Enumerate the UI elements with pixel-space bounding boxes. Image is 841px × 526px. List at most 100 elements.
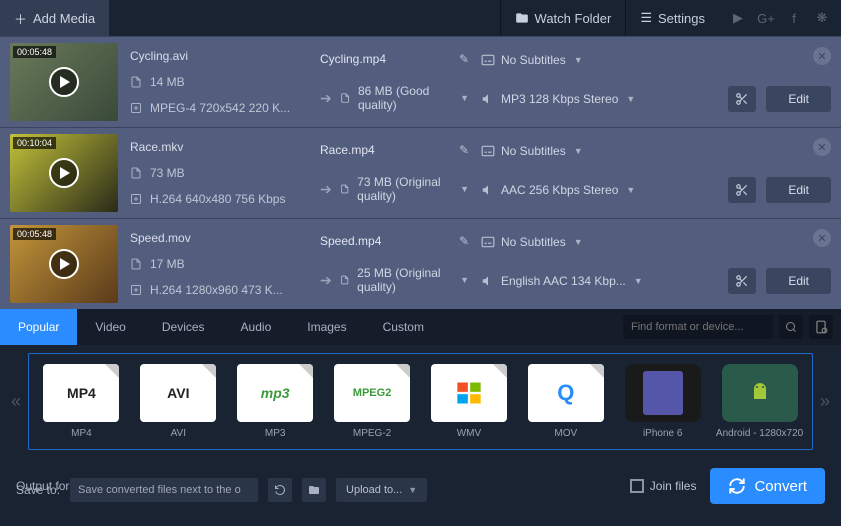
info-icon — [130, 193, 142, 205]
chevron-down-icon: ▼ — [626, 94, 635, 104]
audio-icon — [481, 92, 495, 106]
thumbnail[interactable]: 00:10:04 — [10, 134, 118, 212]
source-info: H.264 1280x960 473 K... — [150, 283, 283, 297]
history-icon — [274, 484, 286, 496]
preset-mpeg2[interactable]: MPEG2MPEG-2 — [328, 364, 417, 439]
subtitle-icon — [481, 235, 495, 249]
file-row: 00:05:48 Cycling.avi 14 MB MPEG-4 720x54… — [0, 36, 841, 127]
remove-button[interactable]: ✕ — [813, 47, 831, 65]
file-row: 00:10:04 Race.mkv 73 MB H.264 640x480 75… — [0, 127, 841, 218]
quality-dropdown[interactable]: 25 MB (Original quality)▼ — [357, 266, 469, 294]
remove-button[interactable]: ✕ — [813, 229, 831, 247]
tab-audio[interactable]: Audio — [223, 309, 290, 345]
format-search-input[interactable] — [623, 315, 773, 339]
history-button[interactable] — [268, 478, 292, 502]
help-icon[interactable]: ❋ — [809, 0, 835, 36]
edit-button[interactable]: Edit — [766, 177, 831, 203]
watch-folder-button[interactable]: Watch Folder — [500, 0, 626, 36]
googleplus-icon[interactable]: G+ — [753, 0, 779, 36]
youtube-icon[interactable]: ▶ — [725, 0, 751, 36]
watch-folder-label: Watch Folder — [535, 11, 612, 26]
tab-video[interactable]: Video — [77, 309, 143, 345]
output-filename: Race.mp4 — [320, 143, 451, 157]
quality-dropdown[interactable]: 73 MB (Original quality)▼ — [357, 175, 469, 203]
scissors-icon — [735, 183, 749, 197]
hamburger-icon: ☰ — [640, 10, 652, 26]
quality-dropdown[interactable]: 86 MB (Good quality)▼ — [358, 84, 469, 112]
detect-device-button[interactable] — [809, 315, 833, 339]
file-icon — [130, 257, 142, 271]
facebook-icon[interactable]: f — [781, 0, 807, 36]
chevron-down-icon: ▼ — [460, 275, 469, 285]
preset-mp4[interactable]: MP4MP4 — [37, 364, 126, 439]
device-detect-icon — [814, 320, 828, 334]
add-media-button[interactable]: ＋ Add Media — [0, 0, 109, 36]
carousel-next[interactable]: » — [813, 391, 837, 412]
chevron-down-icon: ▼ — [460, 184, 469, 194]
remove-button[interactable]: ✕ — [813, 138, 831, 156]
preset-mov[interactable]: QMOV — [521, 364, 610, 439]
rename-icon[interactable]: ✎ — [459, 234, 469, 248]
source-filename: Speed.mov — [130, 231, 308, 245]
plus-icon: ＋ — [14, 9, 27, 28]
edit-button[interactable]: Edit — [766, 268, 831, 294]
file-icon — [130, 166, 142, 180]
chevron-down-icon: ▼ — [574, 55, 583, 65]
thumbnail[interactable]: 00:05:48 — [10, 43, 118, 121]
android-icon — [748, 381, 772, 405]
audio-dropdown[interactable]: MP3 128 Kbps Stereo▼ — [501, 92, 635, 106]
tab-devices[interactable]: Devices — [144, 309, 223, 345]
preset-iphone6[interactable]: iPhone 6 — [618, 364, 707, 439]
thumbnail[interactable]: 00:05:48 — [10, 225, 118, 303]
subtitles-dropdown[interactable]: No Subtitles▼ — [501, 235, 583, 249]
rename-icon[interactable]: ✎ — [459, 52, 469, 66]
duration-badge: 00:05:48 — [13, 46, 56, 58]
chevron-down-icon: ▼ — [574, 146, 583, 156]
play-icon — [49, 67, 79, 97]
tab-popular[interactable]: Popular — [0, 309, 77, 345]
file-icon — [340, 91, 350, 105]
preset-android[interactable]: Android - 1280x720 — [715, 364, 804, 439]
chevron-down-icon: ▼ — [634, 276, 643, 286]
preset-avi[interactable]: AVIAVI — [134, 364, 223, 439]
rename-icon[interactable]: ✎ — [459, 143, 469, 157]
carousel-prev[interactable]: « — [4, 391, 28, 412]
tab-images[interactable]: Images — [289, 309, 364, 345]
source-size: 73 MB — [150, 166, 185, 180]
duration-badge: 00:05:48 — [13, 228, 56, 240]
arrow-icon: ➔ — [320, 90, 332, 107]
info-icon — [130, 284, 142, 296]
upload-dropdown[interactable]: Upload to...▼ — [336, 478, 427, 502]
scissors-icon — [735, 92, 749, 106]
search-button[interactable] — [779, 315, 803, 339]
arrow-icon: ➔ — [320, 272, 332, 289]
crop-button[interactable] — [728, 268, 756, 294]
audio-dropdown[interactable]: English AAC 134 Kbp...▼ — [501, 274, 643, 288]
subtitles-dropdown[interactable]: No Subtitles▼ — [501, 144, 583, 158]
audio-dropdown[interactable]: AAC 256 Kbps Stereo▼ — [501, 183, 635, 197]
file-row: 00:05:48 Speed.mov 17 MB H.264 1280x960 … — [0, 218, 841, 309]
file-icon — [340, 273, 349, 287]
crop-button[interactable] — [728, 177, 756, 203]
play-icon — [49, 249, 79, 279]
crop-button[interactable] — [728, 86, 756, 112]
audio-icon — [481, 274, 495, 288]
settings-button[interactable]: ☰ Settings — [625, 0, 719, 36]
subtitles-dropdown[interactable]: No Subtitles▼ — [501, 53, 583, 67]
tab-custom[interactable]: Custom — [365, 309, 442, 345]
play-icon — [49, 158, 79, 188]
chevron-down-icon: ▼ — [408, 485, 417, 495]
output-filename: Cycling.mp4 — [320, 52, 451, 66]
scissors-icon — [735, 274, 749, 288]
source-size: 14 MB — [150, 75, 185, 89]
browse-folder-button[interactable] — [302, 478, 326, 502]
source-info: MPEG-4 720x542 220 K... — [150, 101, 290, 115]
edit-button[interactable]: Edit — [766, 86, 831, 112]
chevron-down-icon: ▼ — [460, 93, 469, 103]
preset-mp3[interactable]: mp3MP3 — [231, 364, 320, 439]
arrow-icon: ➔ — [320, 181, 332, 198]
audio-icon — [481, 183, 495, 197]
preset-wmv[interactable]: WMV — [425, 364, 514, 439]
save-path-input[interactable] — [70, 478, 258, 502]
info-icon — [130, 102, 142, 114]
